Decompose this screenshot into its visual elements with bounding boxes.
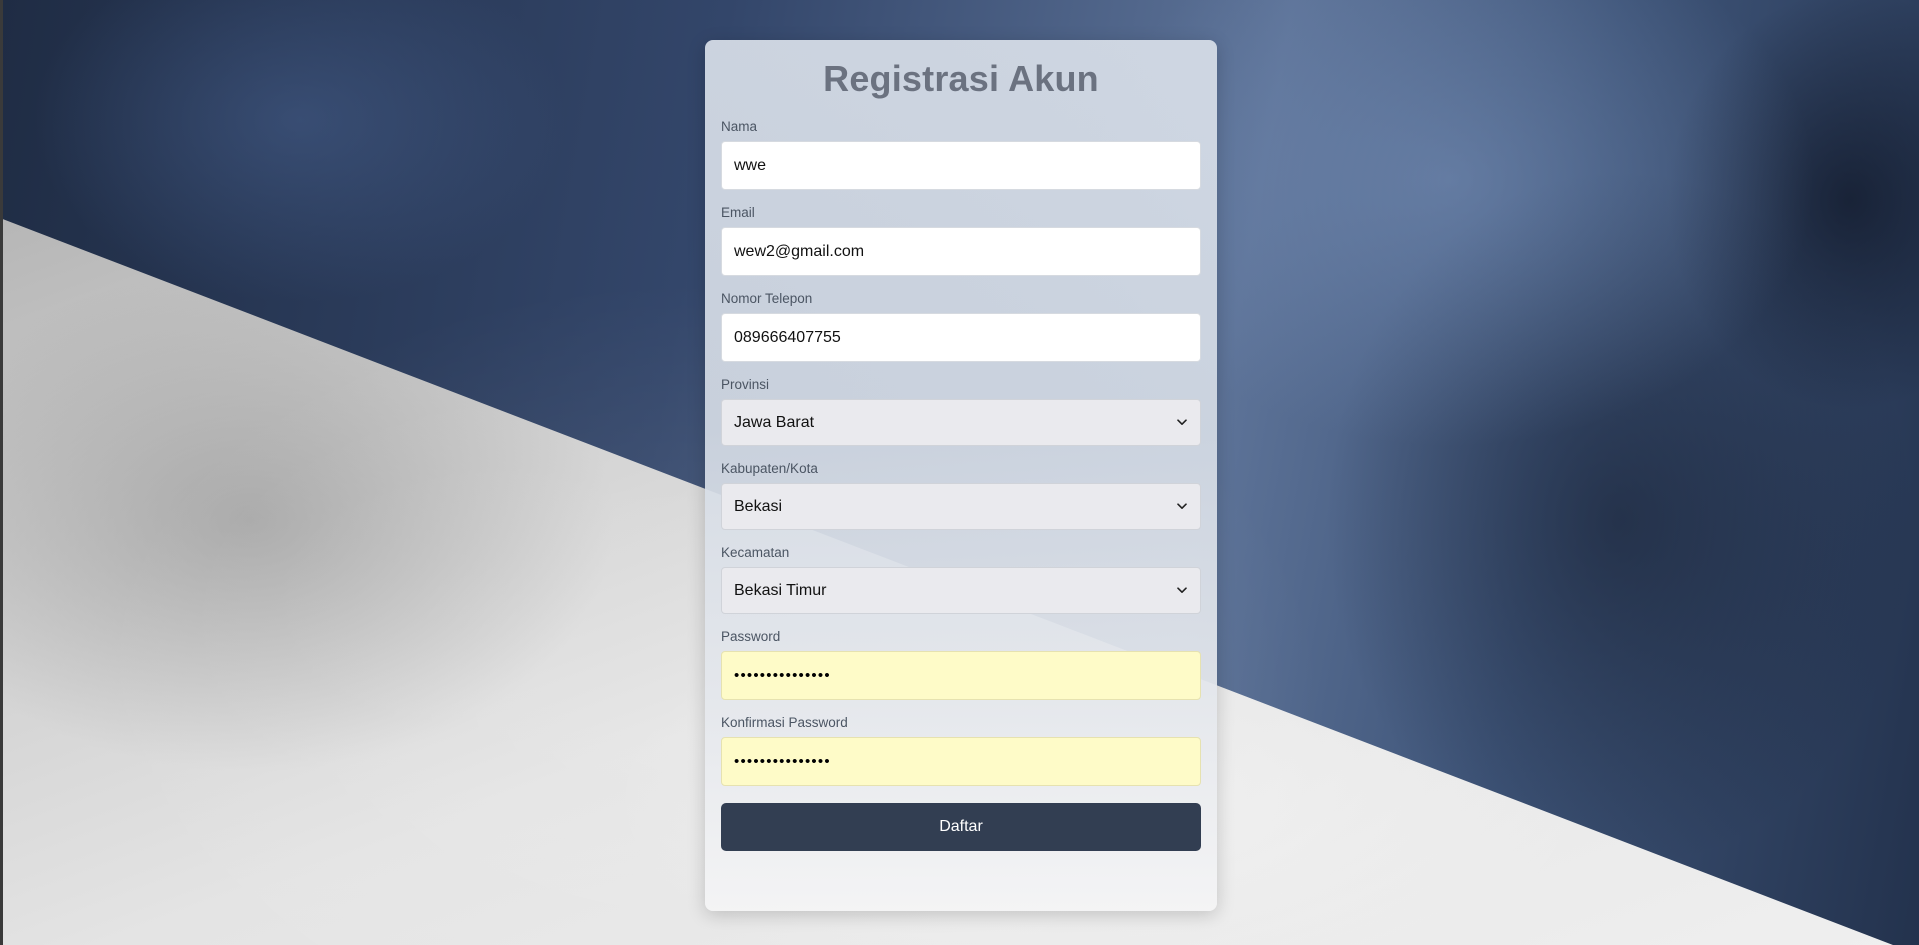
email-value: wew2@gmail.com — [734, 242, 865, 260]
provinsi-selected: Jawa Barat — [734, 413, 815, 431]
form-title: Registrasi Akun — [823, 58, 1099, 99]
nama-value: wwe — [734, 156, 767, 174]
chevron-down-icon — [1176, 417, 1188, 429]
chevron-down-icon — [1176, 501, 1188, 513]
nama-label: Nama — [721, 119, 758, 134]
telepon-value: 089666407755 — [734, 328, 841, 346]
kabupaten-selected: Bekasi — [734, 497, 783, 515]
field-provinsi: Provinsi Jawa Barat — [721, 376, 1201, 446]
field-konfirmasi-password: Konfirmasi Password ••••••••••••••• — [721, 714, 1201, 786]
provinsi-label: Provinsi — [721, 377, 770, 392]
telepon-label: Nomor Telepon — [721, 291, 813, 306]
password-label: Password — [721, 629, 781, 644]
daftar-button[interactable]: Daftar — [721, 803, 1201, 851]
page: Registrasi Akun Nama wwe Email wew2@gmai… — [0, 0, 1919, 945]
password-masked-value: ••••••••••••••• — [734, 667, 831, 684]
registration-form: Registrasi Akun Nama wwe Email wew2@gmai… — [705, 40, 1217, 911]
password-input[interactable]: ••••••••••••••• — [721, 651, 1201, 700]
email-label: Email — [721, 205, 755, 220]
konfirmasi-password-masked-value: ••••••••••••••• — [734, 753, 831, 770]
nama-input[interactable]: wwe — [721, 141, 1201, 190]
chevron-down-icon — [1176, 585, 1188, 597]
kecamatan-select[interactable]: Bekasi Timur — [721, 567, 1201, 614]
telepon-input[interactable]: 089666407755 — [721, 313, 1201, 362]
kecamatan-label: Kecamatan — [721, 545, 790, 560]
field-email: Email wew2@gmail.com — [721, 204, 1201, 276]
provinsi-select[interactable]: Jawa Barat — [721, 399, 1201, 446]
field-kecamatan: Kecamatan Bekasi Timur — [721, 544, 1201, 614]
field-password: Password ••••••••••••••• — [721, 628, 1201, 700]
kecamatan-selected: Bekasi Timur — [734, 581, 827, 599]
field-kabupaten: Kabupaten/Kota Bekasi — [721, 460, 1201, 530]
konfirmasi-password-input[interactable]: ••••••••••••••• — [721, 737, 1201, 786]
field-telepon: Nomor Telepon 089666407755 — [721, 290, 1201, 362]
field-nama: Nama wwe — [721, 118, 1201, 190]
kabupaten-select[interactable]: Bekasi — [721, 483, 1201, 530]
konfirmasi-password-label: Konfirmasi Password — [721, 715, 848, 730]
email-input[interactable]: wew2@gmail.com — [721, 227, 1201, 276]
kabupaten-label: Kabupaten/Kota — [721, 461, 818, 476]
